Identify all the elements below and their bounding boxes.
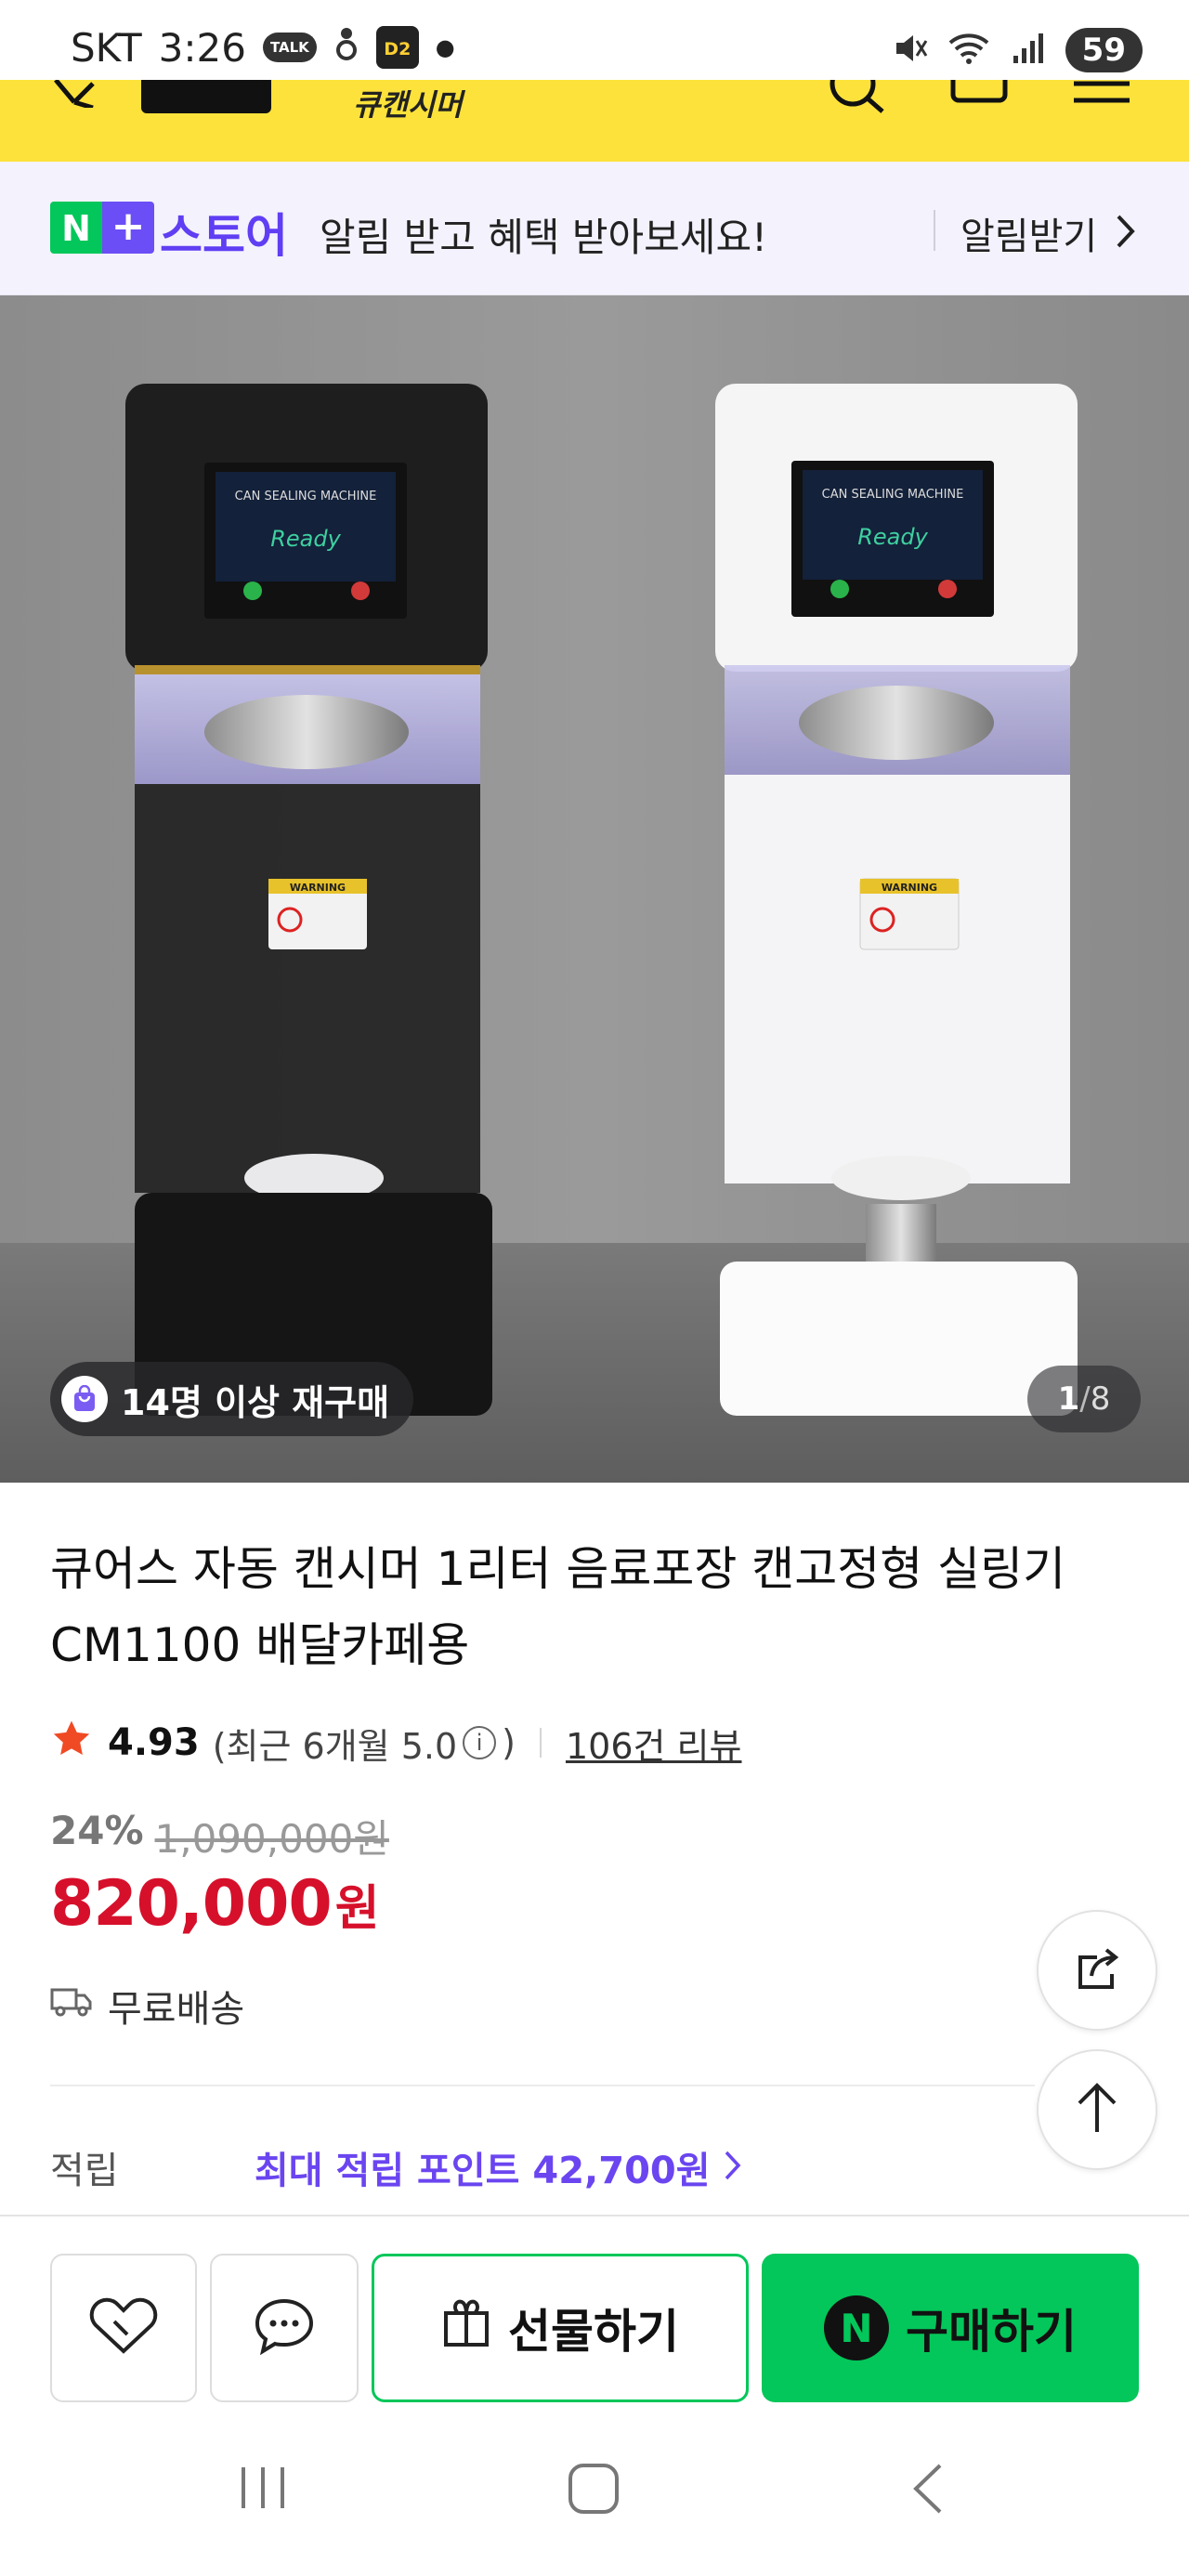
mute-icon (891, 30, 928, 71)
warning-label: WARNING (290, 882, 346, 894)
home-icon[interactable] (567, 2462, 621, 2519)
heart-icon (88, 2295, 159, 2360)
product-title: 큐어스 자동 캔시머 1리터 음료포장 캔고정형 실링기 CM1100 배달카페… (50, 1542, 1066, 1672)
delivery-truck-icon (50, 1984, 93, 2027)
wifi-icon (947, 30, 991, 71)
battery-indicator: 59 (1065, 28, 1143, 72)
naver-plus-logo: N + (50, 202, 154, 254)
screen-status: Ready (270, 526, 341, 552)
rating-row: 4.93 (최근 6개월 5.0 i ) 106건 리뷰 (50, 1715, 741, 1771)
repurchase-badge: 14명 이상 재구매 (50, 1362, 414, 1436)
price-unit: 원 (334, 1881, 380, 1937)
page-current: 1 (1057, 1380, 1080, 1418)
shipping-info: 무료배송 (50, 1979, 244, 2033)
original-price: 1,090,000원 (154, 1816, 389, 1862)
star-icon (50, 1718, 93, 1769)
cart-icon[interactable] (947, 76, 1013, 117)
share-button[interactable] (1037, 1910, 1157, 2031)
back-arrow-icon[interactable] (46, 78, 102, 111)
d2-notification-icon: D2 (375, 26, 419, 69)
app-header: 큐캔시머 (0, 60, 1189, 162)
store-name: 스토어 (160, 209, 288, 263)
image-page-indicator: 1/8 (1027, 1366, 1141, 1432)
status-bar: SKT 3:26 TALK D2 ● 59 (0, 0, 1189, 80)
discount-row: 24% 1,090,000원 (50, 1808, 389, 1864)
carrier-label: SKT (71, 24, 142, 71)
repurchase-text: 14명 이상 재구매 (121, 1381, 390, 1423)
screen-title: CAN SEALING MACHINE (235, 490, 377, 503)
alarm-subscribe-button[interactable]: 알림받기 (960, 206, 1097, 260)
discount-percent: 24% (50, 1808, 144, 1853)
gift-button[interactable]: 선물하기 (372, 2254, 749, 2402)
recent-rating-close: ) (502, 1722, 516, 1763)
warning-label: WARNING (882, 882, 937, 894)
banner-message: 알림 받고 혜택 받아보세요! (320, 215, 767, 260)
buy-label: 구매하기 (906, 2305, 1077, 2359)
more-notifications-dot: ● (435, 34, 455, 60)
gift-icon (441, 2296, 491, 2360)
review-count-link[interactable]: 106건 리뷰 (566, 1718, 742, 1769)
product-photo: CAN SEALING MACHINE Ready WARNING CAN SE… (0, 295, 1189, 1483)
screen-status: Ready (857, 524, 928, 550)
sale-price: 820,000 원 (50, 1867, 380, 1941)
gift-label: 선물하기 (508, 2305, 679, 2359)
divider (934, 210, 935, 251)
naver-pay-icon: N (824, 2295, 889, 2360)
purchase-action-bar: 선물하기 N 구매하기 (0, 2215, 1189, 2406)
recent-apps-icon[interactable] (238, 2462, 288, 2517)
back-nav-icon[interactable] (908, 2462, 946, 2519)
system-navigation-bar (0, 2406, 1189, 2576)
black-can-sealer: CAN SEALING MACHINE Ready WARNING (125, 384, 492, 1416)
chevron-right-icon[interactable] (1115, 214, 1137, 253)
app-notification-icon (333, 24, 359, 71)
price-value: 820,000 (50, 1867, 333, 1941)
page-separator: / (1079, 1380, 1091, 1418)
points-row[interactable]: 적립 최대 적립 포인트 42,700원 (50, 2140, 742, 2194)
naver-logo[interactable] (141, 80, 271, 113)
menu-icon[interactable] (1072, 76, 1133, 117)
chevron-right-icon[interactable] (724, 2150, 742, 2185)
wishlist-button[interactable] (50, 2254, 197, 2402)
kakaotalk-notification-icon: TALK (262, 33, 317, 62)
signal-icon (1010, 30, 1047, 71)
divider (539, 1728, 542, 1758)
chat-bubble-icon (252, 2295, 317, 2360)
product-image-carousel[interactable]: CAN SEALING MACHINE Ready WARNING CAN SE… (0, 295, 1189, 1483)
shopping-bag-icon (61, 1376, 108, 1422)
share-icon (1069, 1941, 1125, 2000)
arrow-up-icon (1074, 2082, 1120, 2138)
points-label: 적립 (50, 2150, 119, 2192)
divider (50, 2085, 1035, 2086)
store-notification-banner: N + 스토어 알림 받고 혜택 받아보세요! 알림받기 (0, 162, 1189, 295)
screen-title: CAN SEALING MACHINE (822, 488, 964, 502)
recent-rating: (최근 6개월 5.0 (212, 1725, 458, 1767)
scroll-to-top-button[interactable] (1037, 2049, 1157, 2170)
page-total: 8 (1090, 1380, 1111, 1418)
info-icon[interactable]: i (463, 1726, 497, 1759)
shipping-text: 무료배송 (108, 1988, 245, 2031)
talk-talk-button[interactable] (210, 2254, 359, 2402)
brand-logo[interactable]: 큐캔시머 (353, 82, 463, 124)
clock: 3:26 (158, 24, 246, 71)
search-icon[interactable] (825, 60, 890, 117)
points-value[interactable]: 최대 적립 포인트 42,700원 (255, 2140, 711, 2194)
buy-now-button[interactable]: N 구매하기 (762, 2254, 1139, 2402)
rating-score: 4.93 (108, 1721, 200, 1764)
